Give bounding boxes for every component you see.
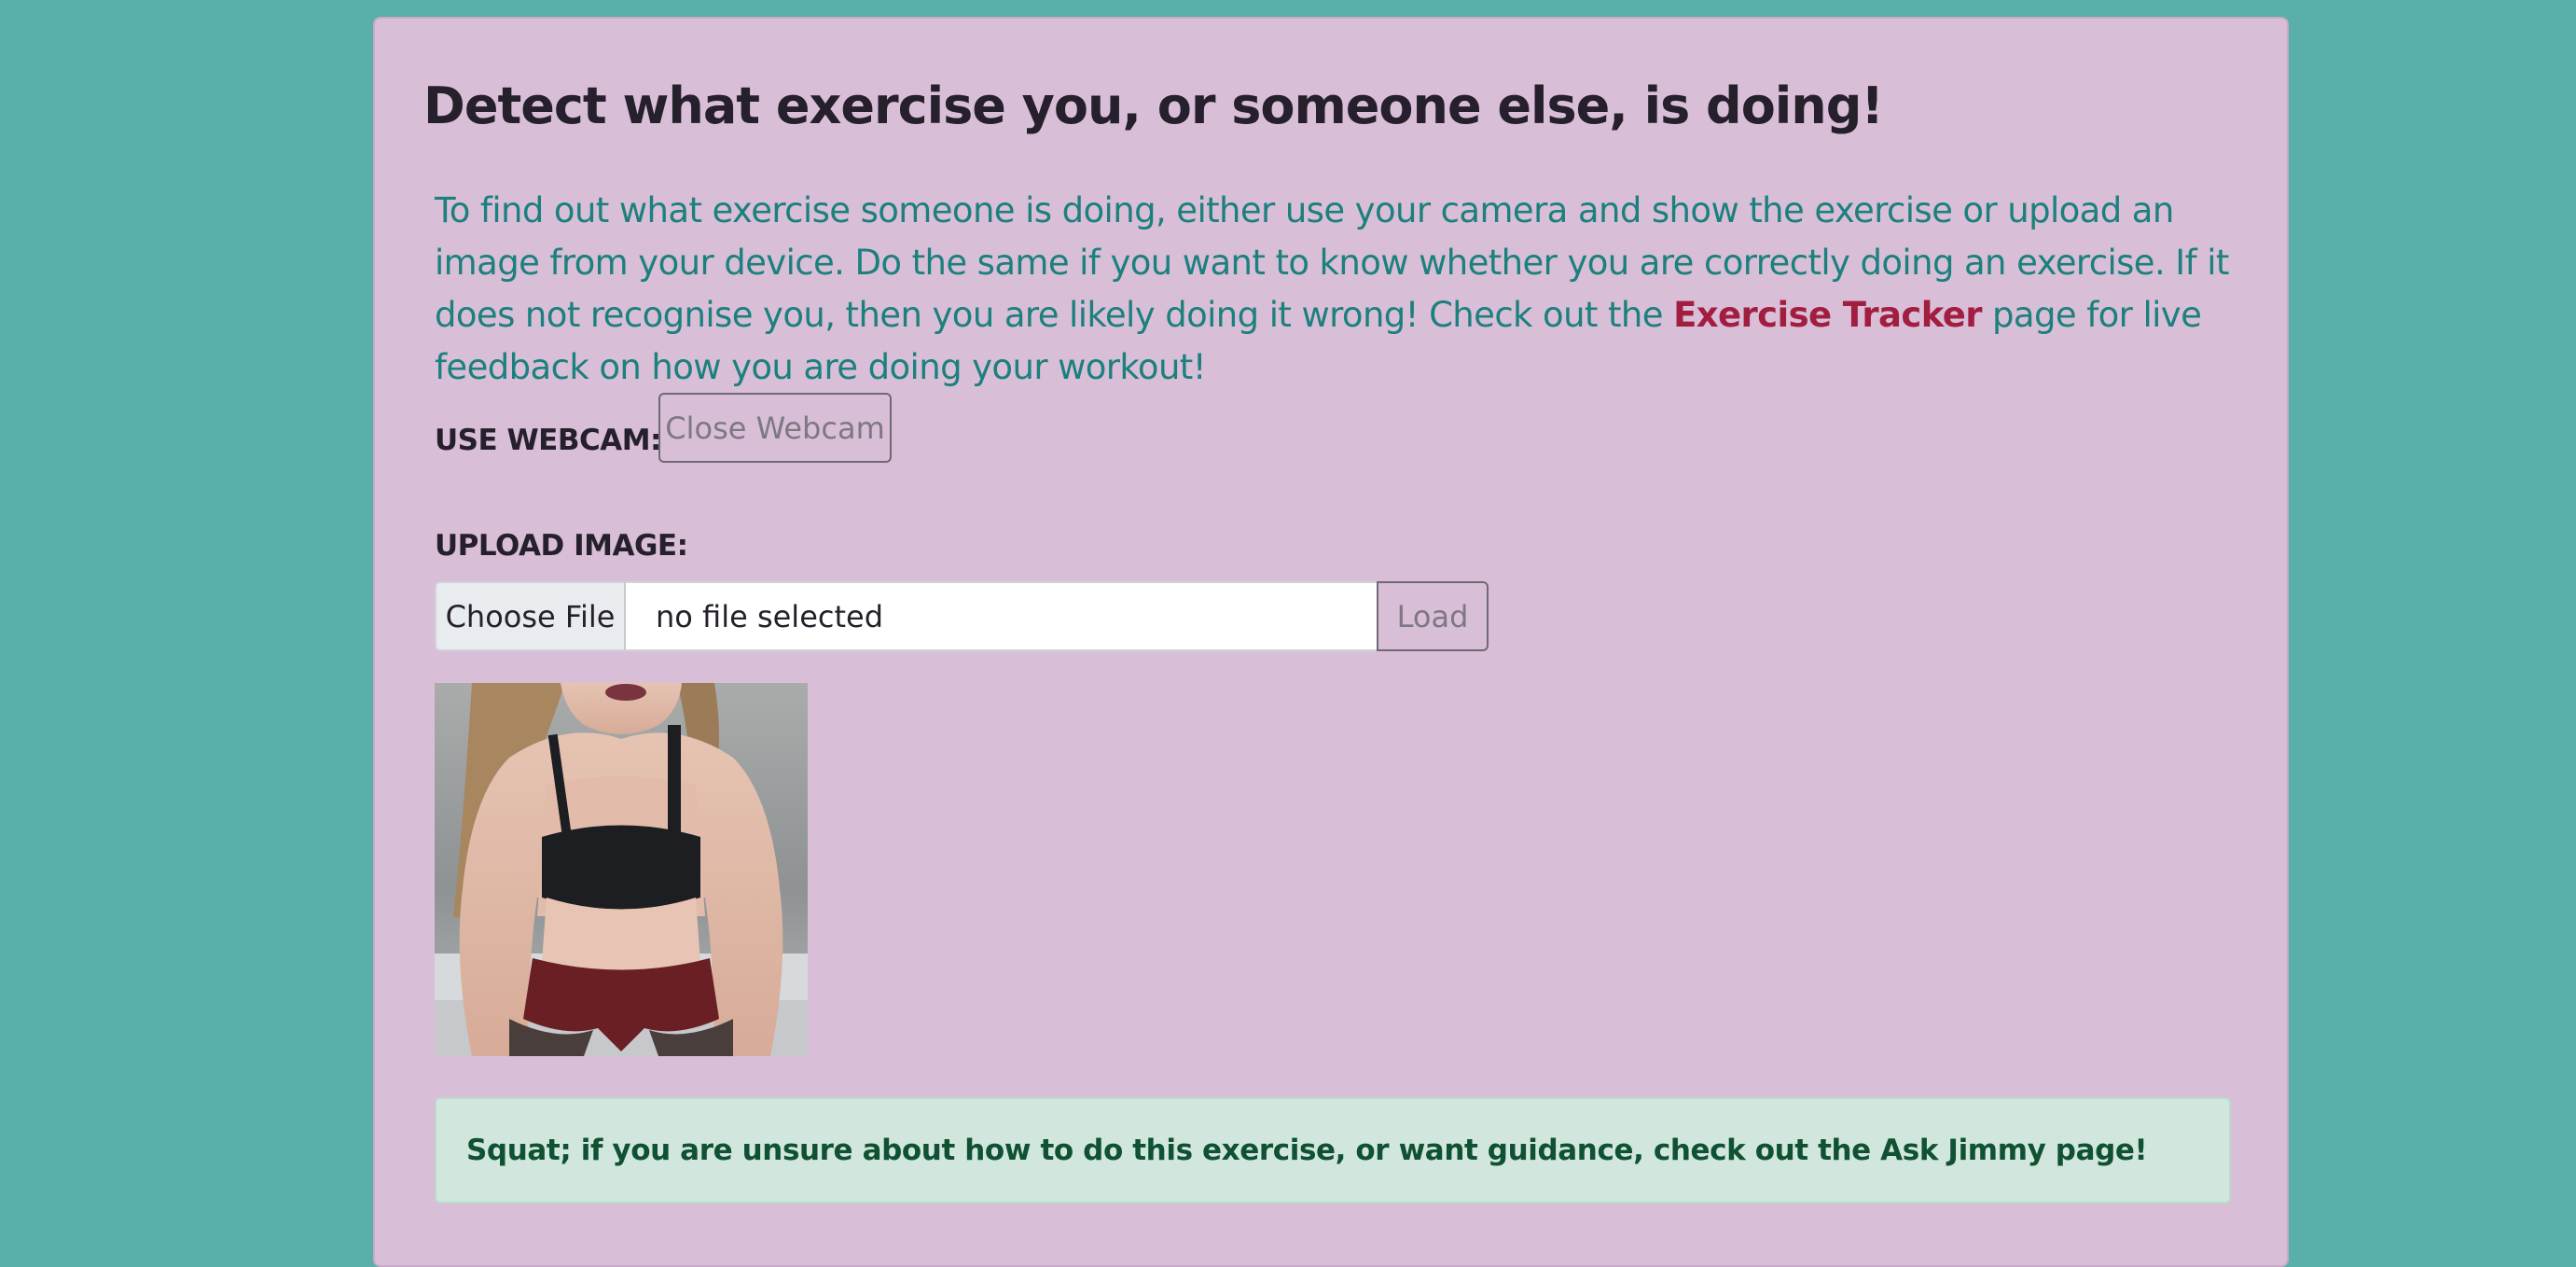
choose-file-button[interactable]: Choose File [435,581,626,651]
result-alert: Squat; if you are unsure about how to do… [435,1097,2231,1204]
webcam-label: USE WEBCAM: [435,424,661,457]
load-button[interactable]: Load [1377,581,1489,651]
close-webcam-button[interactable]: Close Webcam [658,393,892,463]
page-title: Detect what exercise you, or someone els… [423,77,1884,135]
file-name-field[interactable]: no file selected [626,581,1377,651]
uploaded-photo [435,683,808,1056]
detector-card: Detect what exercise you, or someone els… [373,17,2289,1267]
upload-label: UPLOAD IMAGE: [435,529,688,563]
intro-paragraph: To find out what exercise someone is doi… [435,185,2235,394]
file-input-group: Choose File no file selected Load [435,581,1489,651]
preview-image [435,683,808,1056]
exercise-tracker-link[interactable]: Exercise Tracker [1673,295,1982,335]
